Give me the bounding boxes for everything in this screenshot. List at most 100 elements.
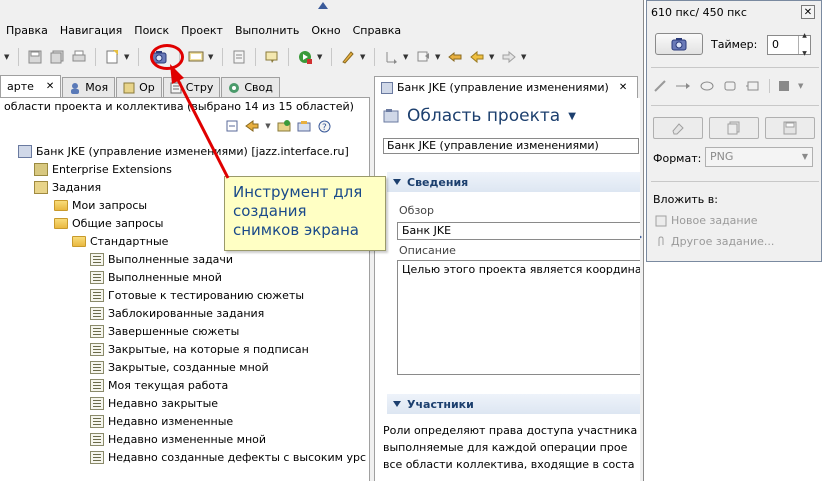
menu-help[interactable]: Справка [347, 24, 407, 37]
tooltip-callout: Инструмент для создания снимков экрана [224, 176, 386, 251]
prev-annotation-icon[interactable] [413, 47, 433, 67]
list-item[interactable]: Моя текущая работа [0, 376, 370, 394]
menu-search[interactable]: Поиск [128, 24, 175, 37]
list-item[interactable]: Заблокированные задания [0, 304, 370, 322]
new-icon[interactable] [102, 47, 122, 67]
dropdown-arrow-icon[interactable]: ▼ [4, 53, 12, 61]
attach-new-task-link[interactable]: Новое задание [655, 214, 758, 227]
dropdown-arrow-icon[interactable]: ▼ [489, 53, 497, 61]
eraser-button[interactable] [653, 117, 703, 139]
next-annotation-icon[interactable] [381, 47, 401, 67]
list-item[interactable]: Готовые к тестированию сюжеты [0, 286, 370, 304]
description-field[interactable]: Целью этого проекта является координа [397, 260, 640, 375]
timer-input[interactable]: 0 ▲ ▼ [767, 32, 811, 57]
tab-summary[interactable]: Свод [221, 77, 280, 97]
tab-project-area-editor[interactable]: Банк JKE (управление изменениями) ✕ [374, 76, 638, 98]
close-icon[interactable]: ✕ [46, 81, 54, 92]
list-item[interactable]: Закрытые, на которые я подписан [0, 340, 370, 358]
filter-icon[interactable] [276, 118, 292, 134]
project-area-icon [383, 109, 399, 123]
dropdown-arrow-icon[interactable]: ▼ [798, 82, 803, 90]
dropdown-arrow-icon[interactable]: ▼ [124, 53, 132, 61]
query-icon [90, 270, 104, 284]
color-icon[interactable] [778, 80, 790, 92]
save-button[interactable] [765, 117, 815, 139]
query-icon [90, 342, 104, 356]
editor-tab-label: Банк JKE (управление изменениями) [397, 81, 609, 94]
section-members-header[interactable]: Участники [387, 394, 640, 414]
team-artifacts-panel: области проекта и коллектива (выбрано 14… [0, 98, 370, 481]
dropdown-arrow-icon[interactable]: ▼ [264, 118, 272, 134]
callout-shape-icon[interactable] [745, 80, 761, 92]
list-item[interactable]: Завершенные сюжеты [0, 322, 370, 340]
back-icon[interactable] [467, 47, 487, 67]
menu-window[interactable]: Окно [305, 24, 346, 37]
list-item[interactable]: Недавно созданные дефекты с высоким урс [0, 448, 370, 466]
chevron-down-icon[interactable]: ▼ [802, 148, 808, 166]
format-select[interactable]: PNG ▼ [705, 147, 813, 167]
eraser-icon [672, 123, 684, 135]
menu-project[interactable]: Проект [175, 24, 229, 37]
menubar: Правка Навигация Поиск Проект Выполнить … [0, 20, 640, 40]
project-area-combo[interactable]: Банк JKE (управление изменениями) [383, 138, 639, 154]
tab-team-artifacts[interactable]: арте ✕ [0, 75, 62, 97]
rectangle-icon[interactable] [723, 80, 737, 92]
chevron-up-icon[interactable]: ▲ [802, 27, 807, 45]
print-icon[interactable] [69, 47, 89, 67]
toolbar-separator [769, 79, 770, 93]
resize-up-arrow-icon[interactable] [318, 2, 328, 10]
query-icon [90, 432, 104, 446]
ellipse-icon[interactable] [699, 80, 715, 92]
tab-my-work[interactable]: Моя [62, 77, 116, 97]
list-item[interactable]: Недавно закрытые [0, 394, 370, 412]
chevron-down-icon[interactable]: ▼ [802, 45, 807, 63]
timer-label: Таймер: [711, 38, 758, 51]
pen-icon[interactable] [338, 47, 358, 67]
close-button[interactable]: ✕ [801, 5, 815, 19]
tree-shared-queries-label: Общие запросы [72, 216, 164, 230]
list-item[interactable]: Выполненные мной [0, 268, 370, 286]
dropdown-arrow-icon[interactable]: ▼ [403, 53, 411, 61]
section-details-header[interactable]: Сведения [387, 172, 640, 192]
dropdown-arrow-icon[interactable]: ▼ [521, 53, 529, 61]
dropdown-arrow-icon[interactable]: ▼ [317, 53, 325, 61]
attach-other-task-link[interactable]: Другое задание... [655, 235, 774, 248]
description-label: Описание [399, 244, 456, 257]
tab-outline[interactable]: Ор [116, 77, 162, 97]
screenshot-tool-window: 610 пкс/ 450 пкс ✕ Таймер: 0 ▲ ▼ ▼ Формат… [646, 0, 822, 262]
close-icon[interactable]: ✕ [619, 82, 627, 93]
dropdown-arrow-icon[interactable]: ▼ [435, 53, 443, 61]
list-item[interactable]: Выполненные задачи [0, 250, 370, 268]
menu-run[interactable]: Выполнить [229, 24, 305, 37]
list-item[interactable]: Закрытые, созданные мной [0, 358, 370, 376]
help-icon[interactable]: ? [316, 118, 332, 134]
save-icon[interactable] [25, 47, 45, 67]
camera-highlight-circle [150, 44, 184, 70]
overview-field[interactable]: Банк JKE [397, 222, 640, 240]
pen-icon[interactable] [653, 79, 667, 93]
dropdown-arrow-icon[interactable]: ▼ [360, 53, 368, 61]
copy-button[interactable] [709, 117, 759, 139]
arrow-icon[interactable] [675, 80, 691, 92]
tab-structure[interactable]: Стру [162, 77, 221, 97]
doc-icon[interactable] [229, 47, 249, 67]
list-item[interactable]: Недавно измененные мной [0, 430, 370, 448]
link-icon[interactable] [244, 118, 260, 134]
last-edit-icon[interactable] [445, 47, 465, 67]
tree-tasks-label: Задания [52, 180, 102, 194]
manage-icon[interactable] [296, 118, 312, 134]
screen-icon[interactable] [186, 47, 206, 67]
chevron-down-icon[interactable]: ▼ [568, 111, 576, 122]
forward-icon[interactable] [499, 47, 519, 67]
run-icon[interactable] [295, 47, 315, 67]
list-item[interactable]: Недавно измененные [0, 412, 370, 430]
capture-button[interactable] [655, 33, 703, 55]
save-all-icon[interactable] [47, 47, 67, 67]
lamp-icon[interactable] [262, 47, 282, 67]
dropdown-arrow-icon[interactable]: ▼ [208, 53, 216, 61]
tree-root[interactable]: Банк JKE (управление изменениями) [jazz.… [0, 142, 370, 160]
timer-stepper[interactable]: ▲ ▼ [798, 32, 810, 57]
menu-edit[interactable]: Правка [0, 24, 54, 37]
menu-navigate[interactable]: Навигация [54, 24, 128, 37]
collapse-all-icon[interactable] [224, 118, 240, 134]
